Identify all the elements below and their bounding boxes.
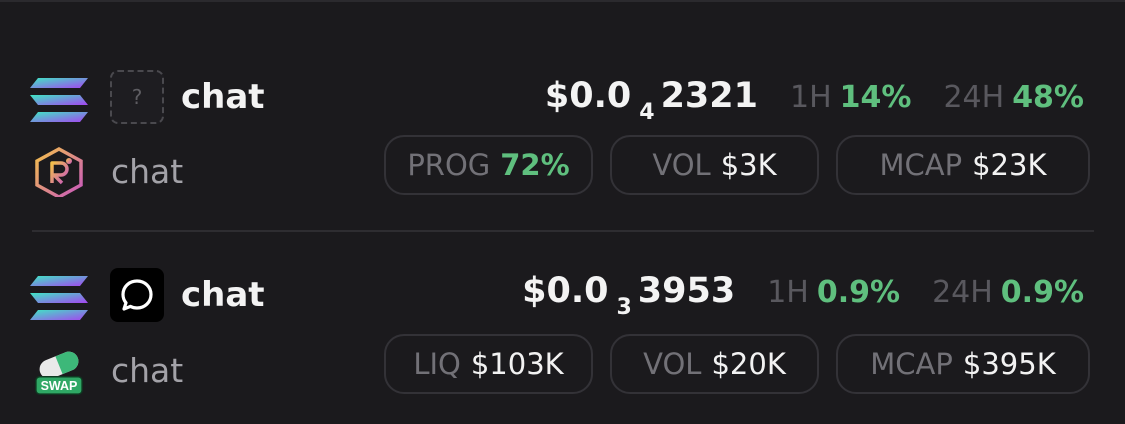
stat-label: MCAP [870, 347, 953, 381]
price: $0.0 3 3953 [522, 271, 736, 320]
price-zero-count: 3 [616, 295, 632, 320]
change-1h-label: 1H [789, 80, 832, 115]
change-24h-value: 48% [1012, 80, 1084, 115]
stat-value: $3K [720, 148, 777, 182]
question-placeholder-icon: ? [110, 70, 164, 124]
price-row: $0.0 3 3953 1H 0.9% 24H 0.9% [522, 271, 1084, 320]
chat-bubble-glyph [121, 279, 153, 311]
change-1h-value: 14% [839, 80, 912, 115]
price-digits: 3953 [637, 271, 736, 311]
stat-chip-volume: VOL $20K [610, 334, 819, 394]
chat-bubble-icon [110, 268, 164, 322]
swap-pill-icon: SWAP [35, 351, 83, 395]
stat-label: LIQ [413, 347, 461, 381]
stat-chip-mcap: MCAP $395K [836, 334, 1090, 394]
price-row: $0.0 4 2321 1H 14% 24H 48% [544, 76, 1084, 125]
row-divider [32, 230, 1094, 232]
swap-badge-text: SWAP [41, 379, 78, 393]
stat-label: VOL [643, 347, 702, 381]
stat-value: $20K [711, 347, 786, 381]
token-name[interactable]: chat [181, 77, 265, 117]
stat-label: PROG [407, 148, 491, 182]
token-row[interactable]: chat SWAP chat $0.0 3 3953 1H 0.9% 24H 0.9… [0, 258, 1125, 418]
price-digits: 2321 [660, 76, 758, 116]
change-24h-label: 24H [932, 275, 993, 310]
stat-value: $23K [972, 148, 1047, 182]
top-border [0, 0, 1125, 2]
stat-label: MCAP [879, 148, 963, 182]
token-symbol: chat [111, 152, 184, 191]
token-row[interactable]: ? chat chat $0.0 4 2321 1H 14% 24H 48% PRO… [0, 60, 1125, 220]
stat-value: 72% [500, 148, 570, 182]
stat-value: $103K [470, 347, 564, 381]
stat-chip-mcap: MCAP $23K [836, 135, 1090, 195]
change-24h-label: 24H [943, 80, 1005, 115]
token-symbol: chat [111, 351, 184, 390]
solana-icon [30, 78, 88, 122]
solana-icon [30, 276, 88, 320]
placeholder-glyph: ? [131, 85, 143, 109]
change-1h-label: 1H [767, 275, 809, 310]
stat-label: VOL [652, 148, 711, 182]
change-24h-value: 0.9% [1000, 275, 1084, 310]
stat-value: $395K [962, 347, 1056, 381]
token-name[interactable]: chat [181, 275, 265, 315]
stat-chip-volume: VOL $3K [610, 135, 819, 195]
price-prefix: $0.0 [522, 271, 609, 311]
price-zero-count: 4 [639, 100, 655, 125]
price: $0.0 4 2321 [544, 76, 758, 125]
stat-chip-progress: PROG 72% [384, 135, 593, 195]
price-prefix: $0.0 [544, 76, 632, 116]
stat-chip-liquidity: LIQ $103K [384, 334, 593, 394]
raydium-icon [35, 147, 83, 197]
change-1h-value: 0.9% [816, 275, 901, 310]
